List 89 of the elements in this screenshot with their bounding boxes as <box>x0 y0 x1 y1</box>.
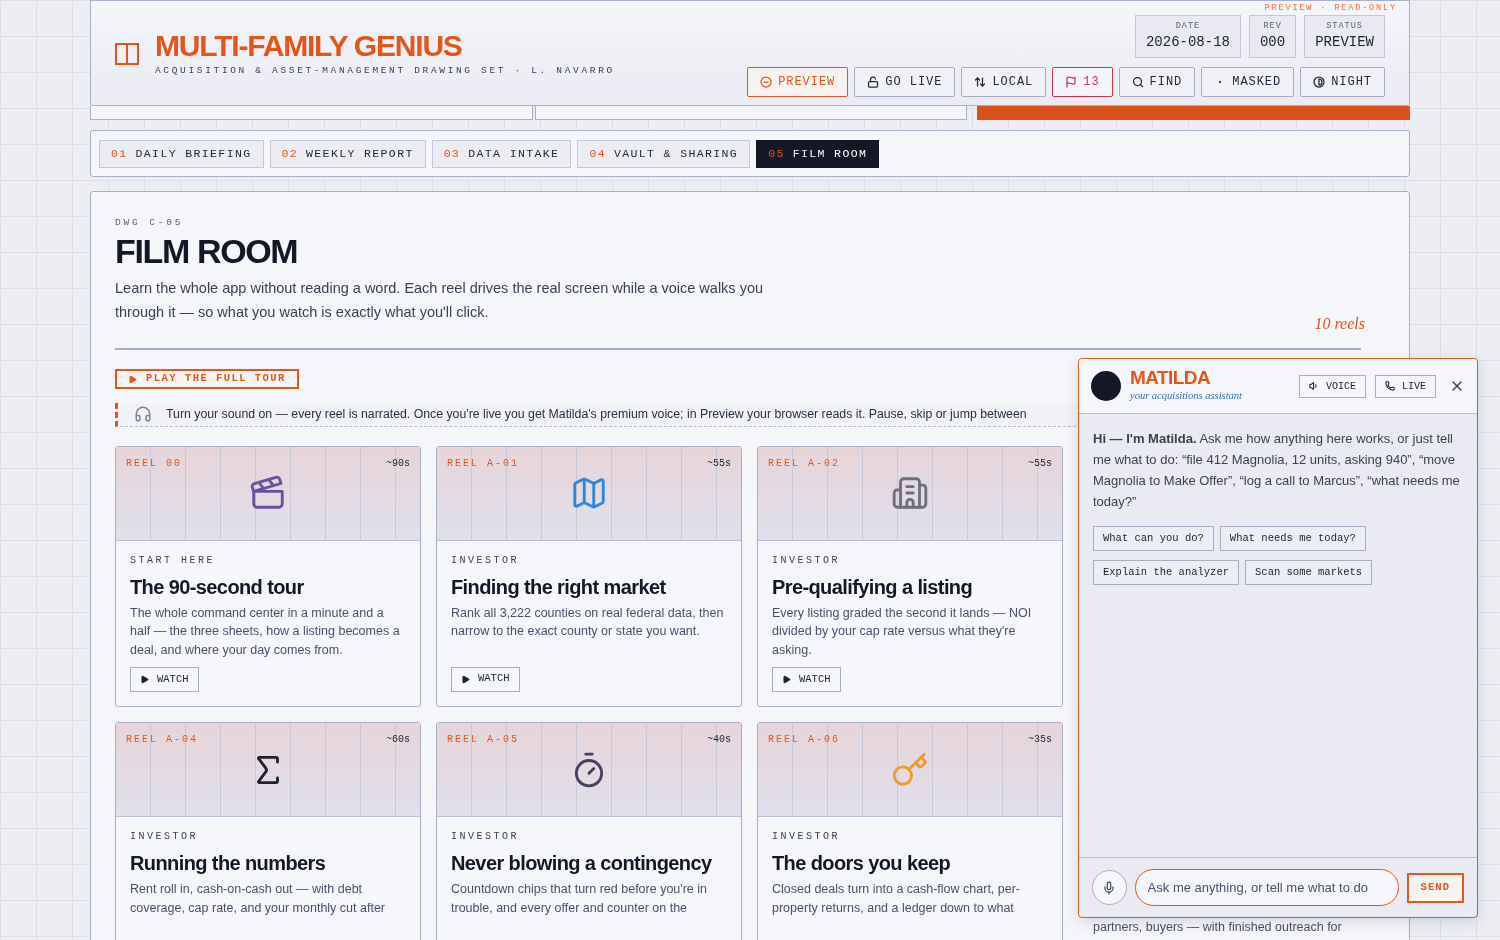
reel-duration: ~60s <box>386 733 410 747</box>
watch-button[interactable]: WATCH <box>772 667 841 692</box>
reel-tag: REEL A-06 <box>768 732 840 747</box>
meta-value: PREVIEW <box>1315 33 1374 53</box>
phone-icon <box>1385 381 1395 391</box>
flag-icon <box>1065 76 1078 88</box>
padlock-icon <box>867 76 880 88</box>
reel-category: INVESTOR <box>772 830 841 844</box>
play-icon <box>782 675 791 684</box>
reel-title: The 90-second tour <box>130 574 305 600</box>
logo-icon <box>115 43 139 66</box>
section-tab[interactable]: 02 WEEKLY REPORT <box>269 139 426 168</box>
play-icon <box>140 675 149 684</box>
toolbar-button[interactable]: 13 <box>1052 67 1113 97</box>
toolbar-button[interactable]: FIND <box>1118 67 1196 97</box>
minus-circle-icon <box>760 76 773 88</box>
reel-description: Every listing graded the second it lands — NOI divided by your cap rate versus what they're asking. <box>772 604 1033 659</box>
reel-duration: ~35s <box>1028 733 1052 747</box>
watch-button[interactable]: WATCH <box>451 666 520 692</box>
play-icon <box>128 374 137 384</box>
page-title: FILM ROOM <box>115 232 299 271</box>
reel-category: INVESTOR <box>772 553 841 568</box>
reel-title: Pre-qualifying a listing <box>772 574 974 600</box>
narration-text: Turn your sound on — every reel is narrated. Once you're live you get Matilda's premium voice; in Preview your browser reads it. Pause, skip or jump between <box>166 406 1027 424</box>
reel-description: Rent roll in, cash-on-cash out — with debt coverage, cap rate, and your monthly cut after <box>130 881 386 917</box>
avatar-icon <box>1091 371 1121 401</box>
assistant-toggle[interactable]: LIVE <box>1375 374 1436 398</box>
reel-duration: ~40s <box>707 733 731 747</box>
meta-label: DATE <box>1175 19 1201 33</box>
sheet-number: DWG C-05 <box>115 216 185 230</box>
section-tab[interactable]: 04 VAULT & SHARING <box>577 139 751 168</box>
up-down-arrows-icon <box>974 76 987 88</box>
message-input[interactable]: Ask me anything, or tell me what to do <box>1134 869 1399 906</box>
suggestion-chip[interactable]: Explain the analyzer <box>1093 560 1240 585</box>
key-icon <box>891 750 929 789</box>
meta-label: REV <box>1263 19 1282 33</box>
reel-description: Rank all 3,222 counties on real federal data, then narrow to the exact county or state you want. <box>451 604 725 640</box>
reel-category: INVESTOR <box>451 830 520 844</box>
reel-category: INVESTOR <box>451 553 520 568</box>
assistant-message: Hi — I'm Matilda. Ask me how anything here works, or just tell me what to do: “file 412 Magnolia, 12 units, asking 940”, “move Magnolia to Make Offer”, “log a call to Marcus”, “what needs me today?” <box>1093 430 1461 511</box>
meta-value: 000 <box>1259 33 1286 53</box>
toolbar-button[interactable]: GO LIVE <box>854 67 956 97</box>
reel-duration: ~55s <box>707 456 731 471</box>
reel-description: The whole command center in a minute and a half — the three sheets, how a listing becomes a deal, and where your day comes from. <box>130 604 401 659</box>
section-tab[interactable]: 03 DATA INTAKE <box>431 139 572 168</box>
section-tab[interactable]: 05 FILM ROOM <box>756 139 880 168</box>
reel-duration: ~55s <box>1028 456 1052 471</box>
reel-tag: REEL A-01 <box>447 455 519 471</box>
toolbar-button[interactable]: LOCAL <box>961 67 1047 97</box>
section-tab[interactable]: 01 DAILY BRIEFING <box>99 139 264 168</box>
meta-value: 2026-08-18 <box>1145 33 1230 53</box>
toolbar-button[interactable]: NIGHT <box>1300 67 1385 97</box>
reel-description: Countdown chips that turn red before you're in trouble, and every offer and counter on the <box>451 881 708 917</box>
app-subtitle: ACQUISITION & ASSET-MANAGEMENT DRAWING SET · L. NAVARRO <box>155 64 615 78</box>
reel-tag: REEL 00 <box>126 455 182 471</box>
meta-label: STATUS <box>1326 19 1363 33</box>
background-text: partners, buyers — with finished outreach for <box>1093 919 1342 936</box>
assistant-name: MATILDA <box>1130 368 1212 389</box>
play-icon <box>461 674 470 684</box>
reel-category: INVESTOR <box>130 830 199 844</box>
toolbar-button[interactable]: MASKED <box>1201 67 1295 97</box>
reel-title: Running the numbers <box>130 851 327 876</box>
reel-title: Never blowing a contingency <box>451 851 713 876</box>
building-icon <box>891 474 929 512</box>
mode-note: PREVIEW · READ-ONLY <box>1264 3 1397 13</box>
app-title: MULTI-FAMILY GENIUS <box>155 30 463 62</box>
suggestion-chip[interactable]: What needs me today? <box>1219 526 1366 551</box>
reel-tag: REEL A-04 <box>126 732 198 747</box>
search-icon <box>1131 76 1144 88</box>
reel-duration: ~90s <box>386 456 410 471</box>
reel-title: The doors you keep <box>772 851 952 876</box>
assistant-tagline: your acquisitions assistant <box>1130 389 1242 404</box>
reel-tag: REEL A-05 <box>447 732 519 747</box>
page-intro: Learn the whole app without reading a word. Each reel drives the real screen while a voice walks you through it — so what you watch is exactly what you'll click. <box>115 279 765 323</box>
reel-description: Closed deals turn into a cash-flow chart, per-property returns, and a ledger down to what <box>772 881 1022 917</box>
clapperboard-icon <box>249 474 287 512</box>
reel-count: 10 reels <box>1314 314 1365 335</box>
microphone-button[interactable] <box>1092 870 1127 905</box>
watch-button[interactable]: WATCH <box>130 667 199 692</box>
assistant-toggle[interactable]: VOICE <box>1298 374 1366 398</box>
headphones-icon <box>134 405 152 424</box>
speaker-icon <box>1308 381 1319 391</box>
half-circle-icon <box>1313 76 1326 88</box>
suggestion-chip[interactable]: Scan some markets <box>1245 560 1373 585</box>
reel-tag: REEL A-02 <box>768 455 840 471</box>
reel-title: Finding the right market <box>451 574 667 600</box>
reel-category: START HERE <box>130 553 216 568</box>
suggestion-chip[interactable]: What can you do? <box>1093 526 1214 551</box>
microphone-icon <box>1102 880 1117 895</box>
